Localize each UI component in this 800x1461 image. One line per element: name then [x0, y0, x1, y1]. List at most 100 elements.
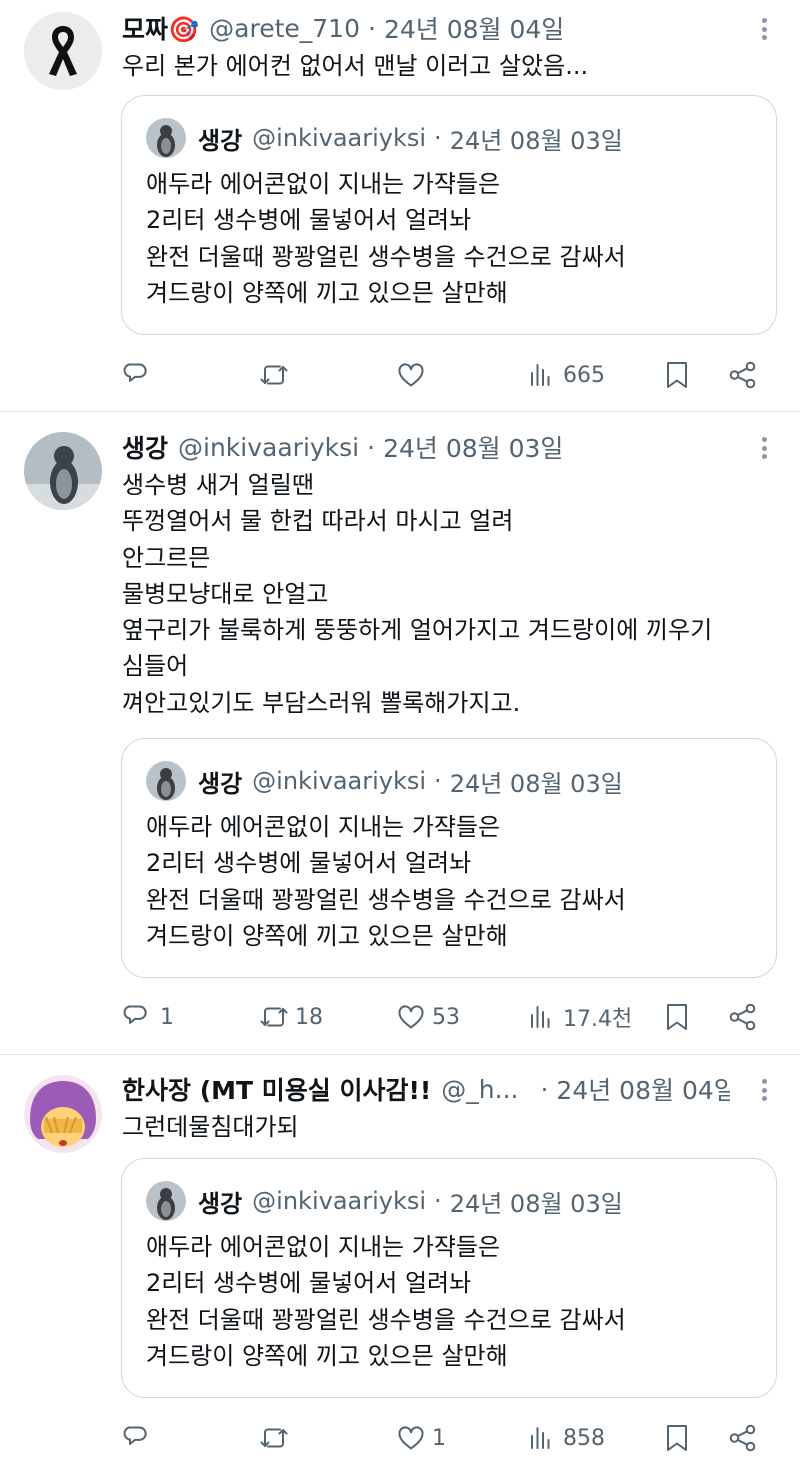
- more-icon[interactable]: [754, 433, 774, 463]
- share-icon: [729, 1424, 756, 1452]
- penguin-avatar-icon: [24, 432, 102, 510]
- views-button[interactable]: 17.4천: [525, 997, 632, 1037]
- bookmark-icon: [667, 1425, 687, 1451]
- like-count: 53: [432, 1004, 460, 1030]
- share-button[interactable]: [726, 997, 760, 1037]
- quote-text: 애두라 에어콘없이 지내는 가쟉들은 2리터 생수병에 물넣어서 얼려놔 완전 …: [146, 809, 626, 954]
- quote-line: 완전 더울때 꽝꽝얼린 생수병을 수건으로 감싸서: [146, 1305, 626, 1334]
- timestamp[interactable]: 24년 08월 04일: [556, 1071, 730, 1107]
- quote-handle: @inkivaariyksi: [252, 767, 427, 795]
- handle[interactable]: @_h...: [441, 1075, 518, 1104]
- bookmark-icon: [667, 1004, 687, 1030]
- heart-icon: [398, 363, 424, 387]
- tweet-header: 모짜🎯 @arete_710 · 24년 08월 04일: [122, 8, 730, 48]
- views-button[interactable]: 858: [525, 1418, 605, 1458]
- quote-tweet[interactable]: 생강 @inkivaariyksi · 24년 08월 03일 애두라 에어콘없…: [121, 738, 777, 978]
- avatar[interactable]: [24, 12, 102, 90]
- character-avatar-icon: [24, 1075, 102, 1153]
- more-icon[interactable]: [754, 1075, 774, 1105]
- handle[interactable]: @arete_710: [209, 14, 360, 43]
- display-name[interactable]: 생강: [122, 429, 168, 465]
- reply-button[interactable]: 1: [122, 997, 174, 1037]
- reply-button[interactable]: [122, 1418, 160, 1458]
- penguin-avatar-icon: [146, 118, 186, 158]
- mourning-ribbon-icon: [24, 12, 102, 90]
- quote-line: 2리터 생수병에 물넣어서 얼려놔: [146, 1269, 472, 1298]
- more-icon[interactable]: [754, 14, 774, 44]
- quote-line: 애두라 에어콘없이 지내는 가쟉들은: [146, 170, 501, 198]
- share-icon: [729, 1003, 756, 1031]
- tweet-line: 우리 본가 에어컨 없어서 맨날 이러고 살았음...: [122, 52, 589, 80]
- timestamp[interactable]: 24년 08월 03일: [383, 429, 563, 465]
- views-icon: [531, 1006, 550, 1028]
- quote-timestamp: 24년 08월 03일: [449, 1189, 623, 1218]
- views-button[interactable]: 665: [525, 355, 605, 395]
- bookmark-icon: [667, 362, 687, 388]
- display-name[interactable]: 모짜🎯: [122, 10, 199, 46]
- tweet-line: 물병모냥대로 안얼고: [122, 579, 329, 608]
- avatar[interactable]: [24, 432, 102, 510]
- retweet-button[interactable]: 18: [257, 997, 323, 1037]
- penguin-avatar-icon: [146, 1181, 186, 1221]
- reply-button[interactable]: [122, 355, 160, 395]
- bookmark-button[interactable]: [660, 997, 694, 1037]
- quote-handle: @inkivaariyksi: [252, 124, 427, 152]
- retweet-button[interactable]: [257, 355, 295, 395]
- quote-avatar: [146, 118, 186, 158]
- quote-line: 겨드랑이 양쪽에 끼고 있으믄 살만해: [146, 278, 508, 307]
- bookmark-button[interactable]: [660, 355, 694, 395]
- heart-icon: [398, 1005, 424, 1029]
- like-button[interactable]: 1: [394, 1418, 446, 1458]
- tweet-line: 안그르믄: [122, 543, 211, 572]
- tweet[interactable]: 생강 @inkivaariyksi · 24년 08월 03일 생수병 새거 얼…: [0, 413, 800, 1055]
- reply-icon: [123, 1005, 147, 1024]
- separator: ·: [434, 1187, 442, 1215]
- tweet-line: 생수병 새거 얼릴땐: [122, 471, 314, 499]
- tweet[interactable]: 한사장 (MT 미용실 이사감!! @_h... · 24년 08월 04일 그…: [0, 1056, 800, 1461]
- bookmark-button[interactable]: [660, 1418, 694, 1458]
- retweet-icon: [260, 1007, 288, 1027]
- views-count: 858: [563, 1425, 605, 1451]
- share-button[interactable]: [726, 1418, 760, 1458]
- tweet-line: 뚜껑열어서 물 한컵 따라서 마시고 얼려: [122, 507, 514, 536]
- tweet-line: 껴안고있기도 부담스러워 뽈록해가지고.: [122, 688, 521, 717]
- separator: ·: [540, 1074, 549, 1104]
- views-count: 665: [563, 362, 605, 388]
- separator: ·: [434, 767, 442, 795]
- quote-avatar: [146, 761, 186, 801]
- views-count: 17.4천: [563, 1007, 633, 1032]
- quote-timestamp: 24년 08월 03일: [449, 126, 623, 155]
- reply-icon: [123, 1426, 147, 1445]
- tweet-line: 심들어: [122, 652, 189, 681]
- share-button[interactable]: [726, 355, 760, 395]
- quote-text: 애두라 에어콘없이 지내는 가쟉들은 2리터 생수병에 물넣어서 얼려놔 완전 …: [146, 166, 626, 311]
- quote-line: 2리터 생수병에 물넣어서 얼려놔: [146, 206, 472, 235]
- quote-display-name: 생강: [198, 769, 243, 798]
- retweet-icon: [260, 1428, 288, 1448]
- tweet-text: 우리 본가 에어컨 없어서 맨날 이러고 살았음...: [122, 48, 780, 84]
- action-bar: 1 18 53 17.4천: [122, 997, 772, 1037]
- handle[interactable]: @inkivaariyksi: [178, 433, 359, 462]
- tweet[interactable]: 모짜🎯 @arete_710 · 24년 08월 04일 우리 본가 에어컨 없…: [0, 0, 800, 412]
- views-icon: [531, 364, 550, 386]
- penguin-avatar-icon: [146, 761, 186, 801]
- quote-line: 2리터 생수병에 물넣어서 얼려놔: [146, 849, 472, 878]
- quote-header: 생강 @inkivaariyksi · 24년 08월 03일: [198, 1181, 623, 1221]
- avatar[interactable]: [24, 1075, 102, 1153]
- quote-tweet[interactable]: 생강 @inkivaariyksi · 24년 08월 03일 애두라 에어콘없…: [121, 1158, 777, 1398]
- quote-text: 애두라 에어콘없이 지내는 가쟉들은 2리터 생수병에 물넣어서 얼려놔 완전 …: [146, 1229, 626, 1374]
- timestamp[interactable]: 24년 08월 04일: [384, 10, 564, 46]
- quote-line: 겨드랑이 양쪽에 끼고 있으믄 살만해: [146, 921, 508, 950]
- like-count: 1: [432, 1425, 446, 1451]
- quote-display-name: 생강: [198, 1189, 243, 1218]
- display-name[interactable]: 한사장 (MT 미용실 이사감!!: [122, 1071, 431, 1107]
- quote-timestamp: 24년 08월 03일: [449, 769, 623, 798]
- quote-line: 완전 더울때 꽝꽝얼린 생수병을 수건으로 감싸서: [146, 885, 626, 914]
- like-button[interactable]: 53: [394, 997, 460, 1037]
- like-button[interactable]: [394, 355, 432, 395]
- retweet-button[interactable]: [257, 1418, 295, 1458]
- tweet-line: 옆구리가 불룩하게 뚱뚱하게 얼어가지고 겨드랑이에 끼우기: [122, 616, 713, 645]
- separator: ·: [367, 432, 376, 462]
- tweet-header: 한사장 (MT 미용실 이사감!! @_h... · 24년 08월 04일: [122, 1069, 730, 1109]
- quote-tweet[interactable]: 생강 @inkivaariyksi · 24년 08월 03일 애두라 에어콘없…: [121, 95, 777, 335]
